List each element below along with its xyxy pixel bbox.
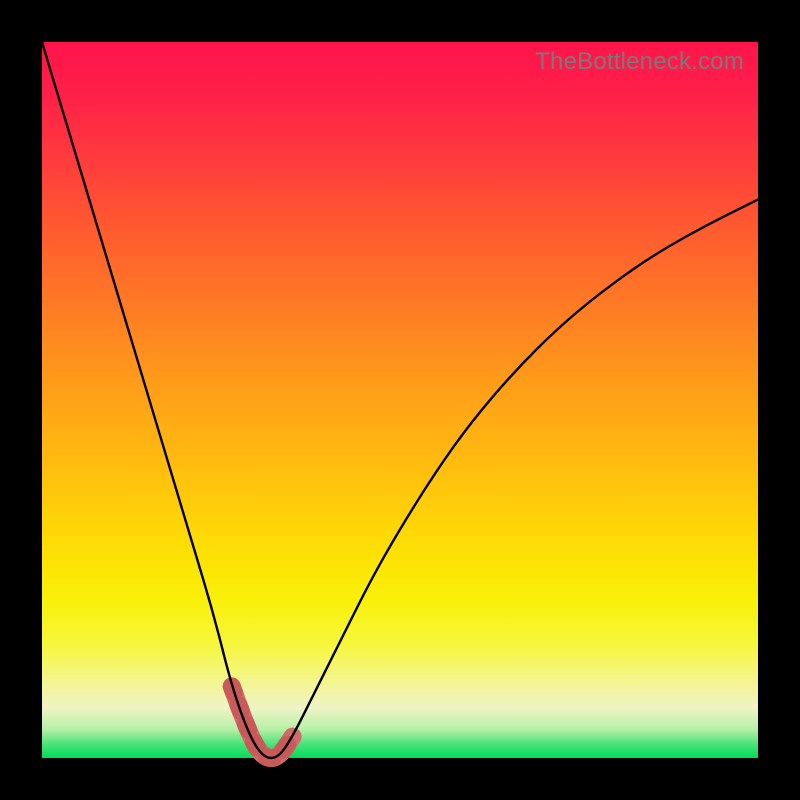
plot-area: TheBottleneck.com (42, 42, 758, 758)
chart-frame: TheBottleneck.com (0, 0, 800, 800)
bottleneck-curve (42, 42, 758, 758)
dip-highlight-dashes (232, 686, 293, 758)
curve-svg (42, 42, 758, 758)
